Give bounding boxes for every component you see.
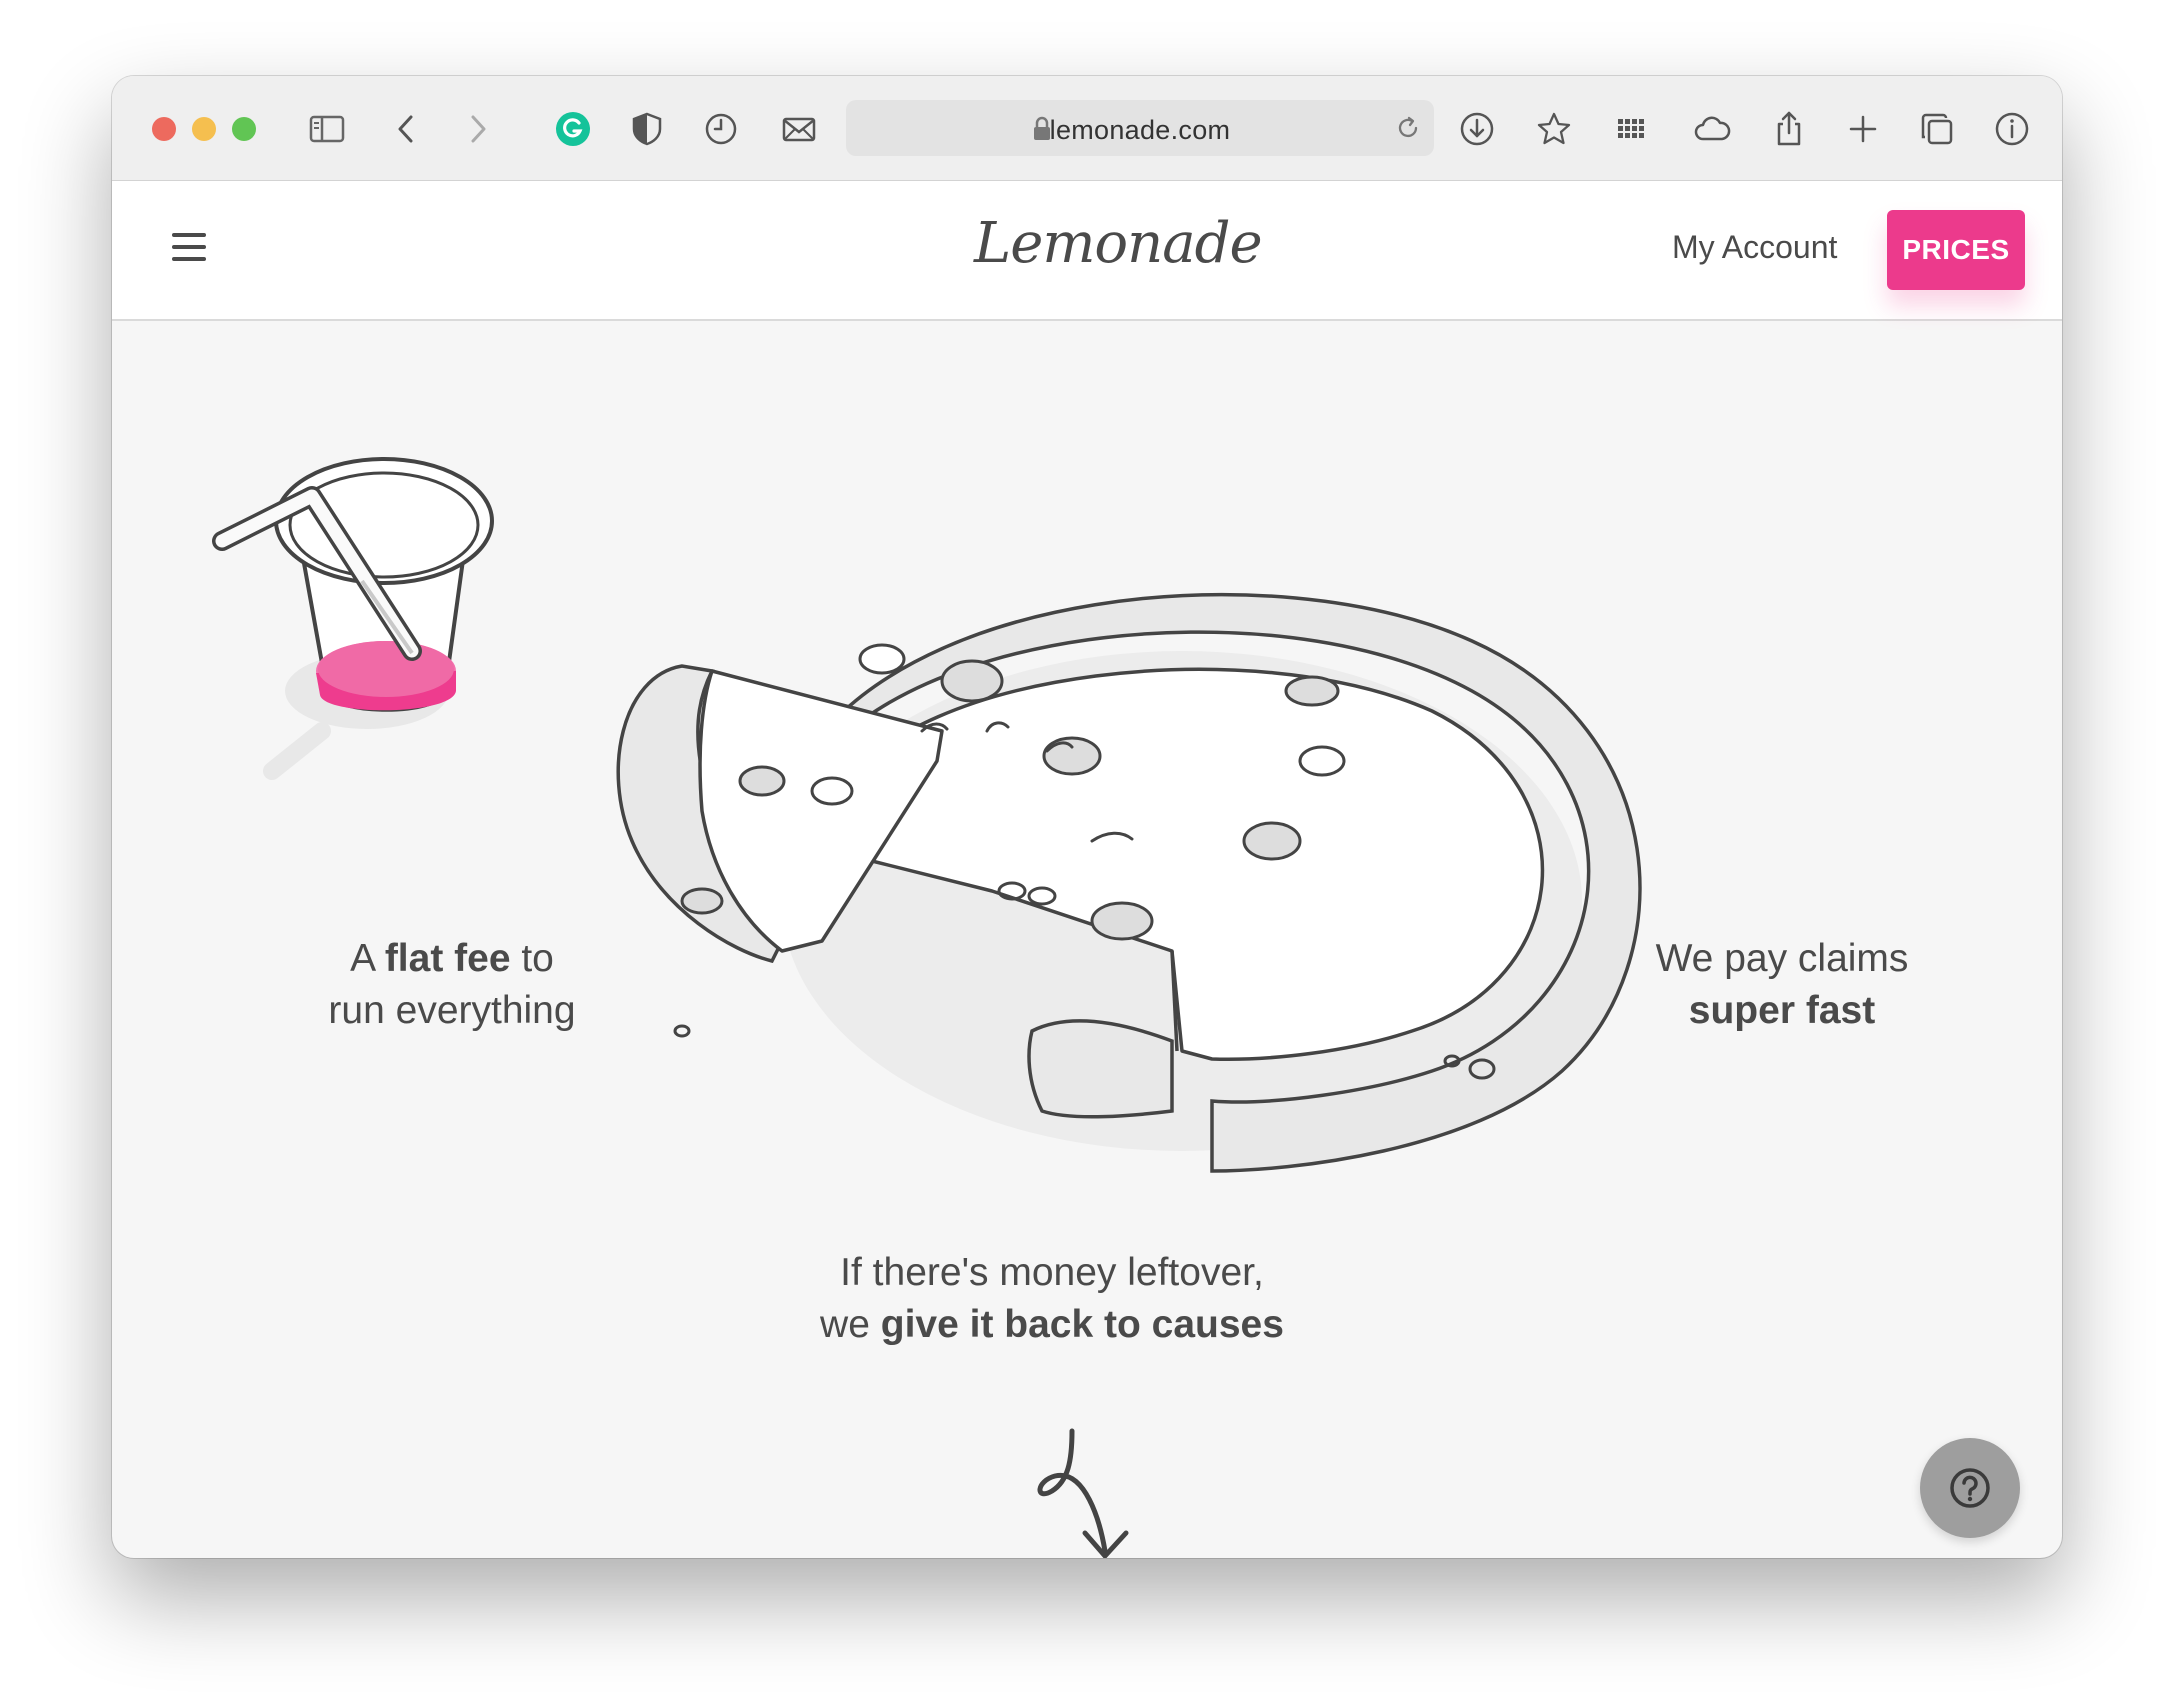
cloud-icon[interactable] [1689, 106, 1735, 152]
caption-causes-pre: we [820, 1303, 881, 1346]
reload-icon[interactable] [1394, 114, 1422, 147]
caption-flat-fee-line2: run everything [328, 989, 576, 1032]
my-account-link[interactable]: My Account [1672, 229, 1837, 266]
zoom-window-button[interactable] [232, 117, 256, 141]
grid-icon[interactable] [1609, 106, 1655, 152]
prices-button[interactable]: PRICES [1887, 210, 2025, 290]
site-header: Lemonade My Account PRICES [112, 181, 2062, 321]
download-icon[interactable] [1454, 106, 1500, 152]
info-icon[interactable] [1989, 106, 2035, 152]
minimize-window-button[interactable] [192, 117, 216, 141]
clock-icon[interactable] [698, 106, 744, 152]
shield-icon[interactable] [624, 106, 670, 152]
lemonade-cup-illustration [212, 457, 494, 780]
caption-causes-line1: If there's money leftover, [840, 1251, 1264, 1294]
caption-flat-fee: A flat fee to run everything [282, 933, 622, 1037]
plus-icon[interactable] [1840, 106, 1886, 152]
address-bar[interactable]: lemonade.com [846, 100, 1434, 156]
hero-section: A flat fee to run everything We pay clai… [112, 321, 2062, 1558]
menu-icon[interactable] [172, 233, 206, 267]
scroll-down-arrow-icon[interactable] [1030, 1421, 1140, 1558]
lemonade-logo[interactable]: Lemonade [974, 211, 1263, 291]
share-icon[interactable] [1766, 106, 1812, 152]
caption-claims: We pay claims super fast [1632, 933, 1932, 1037]
sidebar-icon[interactable] [304, 106, 350, 152]
forward-icon[interactable] [454, 106, 500, 152]
star-icon[interactable] [1531, 106, 1577, 152]
caption-claims-bold: super fast [1688, 989, 1876, 1032]
browser-window: lemonade.com Lemonade My Account PRICES … [112, 76, 2062, 1558]
help-button[interactable] [1920, 1438, 2020, 1538]
url-text: lemonade.com [1049, 115, 1231, 145]
close-window-button[interactable] [152, 117, 176, 141]
caption-flat-fee-bold: flat fee [384, 937, 511, 980]
grammarly-icon[interactable] [550, 106, 596, 152]
caption-claims-line1: We pay claims [1655, 937, 1909, 980]
caption-causes-bold: give it back to causes [880, 1303, 1284, 1346]
browser-toolbar: lemonade.com [112, 76, 2062, 181]
caption-causes: If there's money leftover, we give it ba… [752, 1247, 1352, 1351]
mail-icon[interactable] [776, 106, 822, 152]
caption-flat-fee-post: to [510, 937, 554, 980]
pizza-illustration [616, 592, 1642, 1173]
tabs-icon[interactable] [1914, 106, 1960, 152]
caption-flat-fee-pre: A [350, 937, 385, 980]
question-mark-icon [1950, 1468, 1990, 1508]
back-icon[interactable] [384, 106, 430, 152]
